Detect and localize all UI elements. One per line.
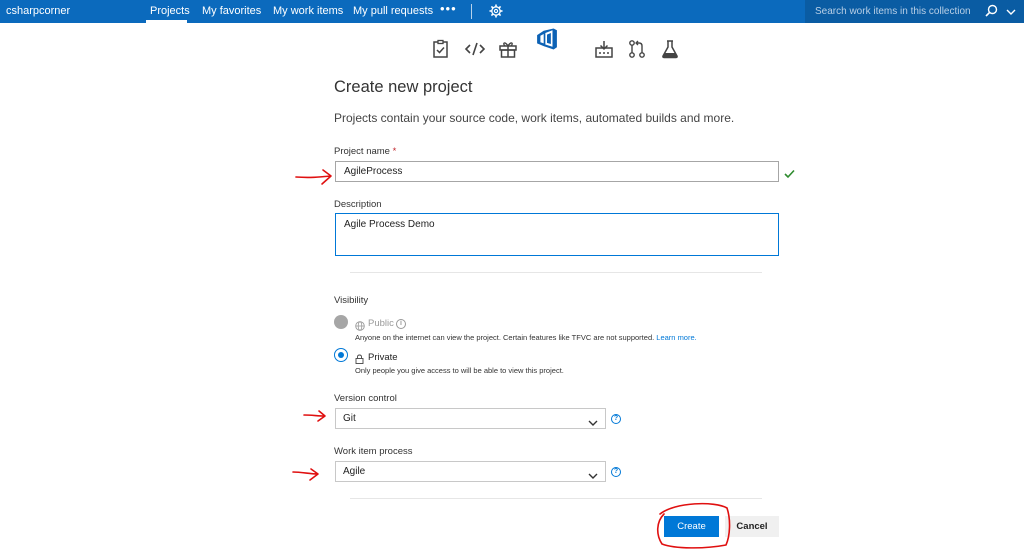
version-control-select[interactable]: Git [335,408,606,429]
public-description-text: Anyone on the internet can view the proj… [355,333,655,342]
required-marker: * [392,146,397,157]
description-label: Description [334,199,382,210]
divider [350,498,762,499]
version-control-label: Version control [334,393,397,404]
public-radio[interactable] [334,315,348,329]
nav-my-favorites[interactable]: My favorites [202,5,261,17]
learn-more-link[interactable]: Learn more. [656,333,696,342]
chevron-down-icon[interactable] [1006,7,1016,19]
public-label: Public [368,318,394,329]
build-icon[interactable] [593,38,615,60]
pull-request-icon[interactable] [626,38,648,60]
create-button[interactable]: Create [664,516,719,537]
test-icon[interactable] [659,38,681,60]
process-select[interactable]: Agile [335,461,606,482]
chevron-down-icon [588,468,598,487]
public-description: Anyone on the internet can view the proj… [355,333,697,342]
page-title: Create new project [334,78,473,96]
page-subtitle: Projects contain your source code, work … [334,111,735,125]
search-icon[interactable] [985,4,998,20]
top-navigation-bar: csharpcorner Projects My favorites My wo… [0,0,1024,23]
public-info-icon[interactable]: i [396,319,406,329]
more-options-button[interactable]: ••• [440,1,457,16]
boards-icon[interactable] [430,38,452,60]
code-icon[interactable] [464,38,486,60]
active-tab-indicator [146,20,187,23]
vsts-logo-icon[interactable] [536,28,576,66]
version-control-value: Git [343,413,356,424]
nav-my-pull-requests[interactable]: My pull requests [353,5,433,17]
search-input[interactable] [815,3,980,20]
search-box [805,0,1024,23]
annotation-arrow-name [295,169,332,185]
nav-divider [471,4,472,19]
gear-icon[interactable] [489,4,503,18]
description-field[interactable]: Agile Process Demo [335,213,779,256]
project-name-field[interactable]: AgileProcess [335,161,779,182]
cancel-button[interactable]: Cancel [725,516,779,537]
version-control-info-icon[interactable]: ? [611,414,621,424]
chevron-down-icon [588,415,598,434]
process-value: Agile [343,466,366,477]
project-name-label-text: Project name [334,146,390,157]
project-name-label: Project name * [334,146,396,157]
checkmark-icon [784,166,795,184]
nav-my-work-items[interactable]: My work items [273,5,343,17]
private-description: Only people you give access to will be a… [355,366,564,375]
process-label: Work item process [334,446,413,457]
annotation-arrow-version-control [303,410,326,422]
nav-projects[interactable]: Projects [150,5,190,17]
process-info-icon[interactable]: ? [611,467,621,477]
divider [350,272,762,273]
collection-name[interactable]: csharpcorner [6,5,70,17]
annotation-arrow-process [292,468,319,481]
private-radio[interactable] [334,348,348,362]
private-label: Private [368,352,398,363]
visibility-label: Visibility [334,295,369,306]
release-icon[interactable] [497,38,519,60]
